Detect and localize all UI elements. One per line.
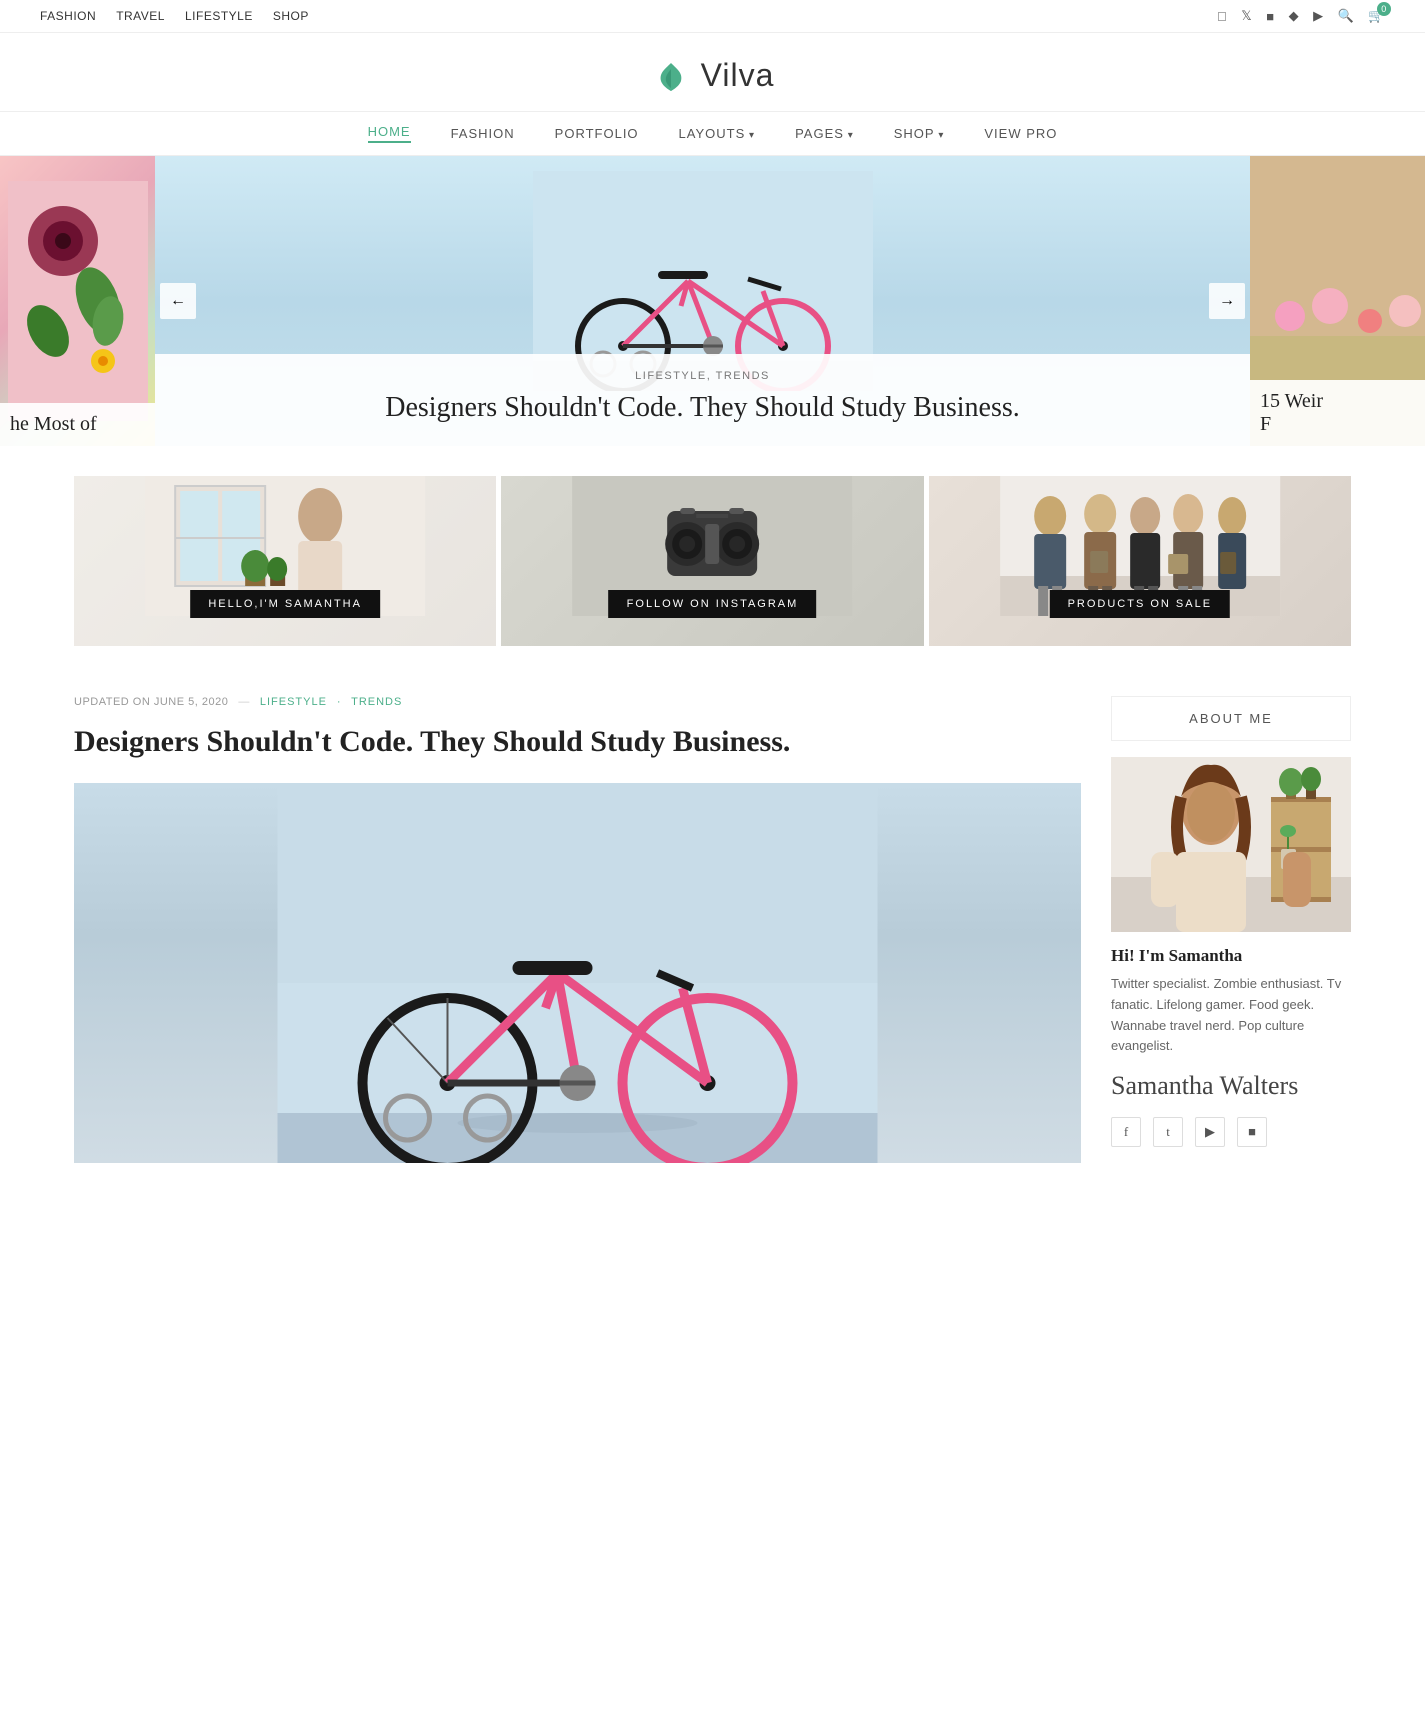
twitter-icon[interactable]: 𝕏	[1241, 8, 1252, 24]
nav-pages[interactable]: PAGES	[795, 126, 854, 141]
topbar-lifestyle[interactable]: LIFESTYLE	[185, 9, 253, 23]
article-image	[74, 783, 1081, 1163]
left-slide-image	[8, 181, 148, 421]
top-bar-actions:  𝕏 ■ ◆ ▶ 🔍 🛒 0	[1217, 8, 1385, 24]
top-bar-nav: FASHION TRAVEL LIFESTYLE SHOP	[40, 9, 309, 23]
left-slide-partial-title: he Most of	[10, 413, 145, 436]
logo-text[interactable]: Vilva	[701, 57, 775, 94]
nav-portfolio[interactable]: PORTFOLIO	[555, 126, 639, 141]
about-widget-title: ABOUT ME	[1111, 696, 1351, 741]
main-nav: HOME FASHION PORTFOLIO LAYOUTS PAGES SHO…	[0, 111, 1425, 156]
article-meta: UPDATED ON JUNE 5, 2020 — LIFESTYLE · TR…	[74, 696, 1081, 708]
article-title: Designers Shouldn't Code. They Should St…	[74, 722, 1081, 763]
about-photo	[1111, 757, 1351, 932]
cart-icon[interactable]: 🛒 0	[1368, 8, 1385, 24]
about-person-image	[1111, 757, 1351, 932]
search-icon[interactable]: 🔍	[1338, 8, 1355, 24]
about-signature: Samantha Walters	[1111, 1071, 1351, 1101]
promo-box-instagram[interactable]: FOLLOW ON INSTAGRAM	[501, 476, 923, 646]
logo-area: Vilva	[0, 33, 1425, 111]
facebook-icon[interactable]: 	[1217, 9, 1227, 24]
promo-box-sale[interactable]: PRODUCTS ON SALE	[929, 476, 1351, 646]
nav-home[interactable]: HOME	[368, 124, 411, 143]
slider-prev-button[interactable]: ←	[160, 283, 196, 319]
about-twitter-btn[interactable]: t	[1153, 1117, 1183, 1147]
top-bar: FASHION TRAVEL LIFESTYLE SHOP  𝕏 ■ ◆ ▶ …	[0, 0, 1425, 33]
slide-title: Designers Shouldn't Code. They Should St…	[185, 390, 1220, 426]
pinterest-icon[interactable]: ◆	[1289, 8, 1300, 24]
slider-next-button[interactable]: →	[1209, 283, 1245, 319]
promo-label-1: HELLO,I'M SAMANTHA	[190, 590, 380, 618]
slider-right-slide: 15 Weir F	[1250, 156, 1425, 446]
right-slide-partial-title: 15 Weir F	[1260, 390, 1415, 436]
about-youtube-btn[interactable]: ▶	[1195, 1117, 1225, 1147]
topbar-fashion[interactable]: FASHION	[40, 9, 96, 23]
meta-dot: ·	[337, 696, 341, 708]
article-category[interactable]: LIFESTYLE	[260, 696, 327, 708]
about-socials: f t ▶ ■	[1111, 1117, 1351, 1147]
article-bike-image	[74, 783, 1081, 1163]
about-widget: ABOUT ME	[1111, 696, 1351, 1147]
article-updated: UPDATED ON JUNE 5, 2020	[74, 696, 228, 708]
slider-center-slide: LIFESTYLE, TRENDS Designers Shouldn't Co…	[155, 156, 1250, 446]
promo-box-samantha[interactable]: HELLO,I'M SAMANTHA	[74, 476, 496, 646]
content-area: UPDATED ON JUNE 5, 2020 — LIFESTYLE · TR…	[0, 676, 1425, 1197]
slide-caption: LIFESTYLE, TRENDS Designers Shouldn't Co…	[155, 354, 1250, 446]
nav-shop[interactable]: SHOP	[894, 126, 945, 141]
topbar-shop[interactable]: SHOP	[273, 9, 309, 23]
slide-tags: LIFESTYLE, TRENDS	[185, 370, 1220, 382]
cart-badge: 0	[1377, 2, 1391, 16]
slider-left-slide: he Most of	[0, 156, 155, 446]
about-bio: Twitter specialist. Zombie enthusiast. T…	[1111, 974, 1351, 1057]
promo-label-3: PRODUCTS ON SALE	[1050, 590, 1230, 618]
instagram-icon[interactable]: ■	[1266, 9, 1274, 24]
promo-label-2: FOLLOW ON INSTAGRAM	[609, 590, 817, 618]
article-subcategory[interactable]: TRENDS	[351, 696, 402, 708]
main-column: UPDATED ON JUNE 5, 2020 — LIFESTYLE · TR…	[74, 696, 1081, 1163]
nav-layouts[interactable]: LAYOUTS	[679, 126, 756, 141]
about-name: Hi! I'm Samantha	[1111, 946, 1351, 966]
topbar-travel[interactable]: TRAVEL	[116, 9, 165, 23]
hero-slider: he Most of	[0, 156, 1425, 446]
youtube-icon[interactable]: ▶	[1313, 8, 1324, 24]
nav-viewpro[interactable]: VIEW PRO	[984, 126, 1057, 141]
nav-fashion[interactable]: FASHION	[451, 126, 515, 141]
about-facebook-btn[interactable]: f	[1111, 1117, 1141, 1147]
logo-icon	[651, 55, 691, 95]
sidebar: ABOUT ME	[1111, 696, 1351, 1177]
meta-separator: —	[238, 696, 250, 708]
promo-section: HELLO,I'M SAMANTHA FOLLOW ON INSTAGRAM	[0, 446, 1425, 676]
about-instagram-btn[interactable]: ■	[1237, 1117, 1267, 1147]
